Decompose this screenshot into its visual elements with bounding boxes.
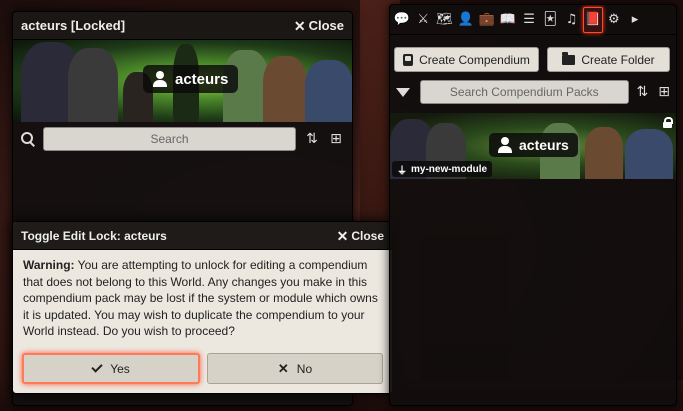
lock-icon bbox=[663, 117, 673, 128]
items-icon[interactable]: 💼 bbox=[477, 7, 497, 33]
collapse-icon[interactable]: ▸ bbox=[625, 7, 645, 33]
compendium-pack-acteurs[interactable]: acteurs ⏚ my-new-module bbox=[390, 113, 676, 179]
no-label: No bbox=[296, 361, 313, 376]
pack-banner-figure bbox=[585, 127, 623, 179]
sidebar-search-row: ⇅ ⊞ bbox=[390, 72, 676, 104]
chat-icon[interactable]: 💬 bbox=[392, 7, 412, 33]
plug-icon: ⏚ bbox=[397, 165, 407, 177]
banner-figure bbox=[68, 48, 118, 122]
create-compendium-button[interactable]: Create Compendium bbox=[394, 47, 539, 72]
dialog-close-button[interactable]: ✕ Close bbox=[337, 229, 384, 243]
dialog-title: Toggle Edit Lock: acteurs bbox=[21, 228, 167, 243]
close-icon: ✕ bbox=[336, 227, 349, 244]
compendium-close-label: Close bbox=[308, 18, 344, 33]
journal-icon[interactable]: 📖 bbox=[498, 7, 518, 33]
close-icon: ✕ bbox=[277, 360, 289, 376]
collapse-folders-icon[interactable]: ⊞ bbox=[328, 131, 344, 147]
compendium-window-header[interactable]: acteurs [Locked] ✕ Close bbox=[13, 12, 352, 40]
compendium-packs-search-input[interactable] bbox=[420, 80, 629, 104]
check-icon bbox=[91, 361, 103, 373]
dialog-buttons: Yes ✕ No bbox=[22, 353, 383, 384]
sidebar-tabs: 💬 ⚔ 🗺 👤 💼 📖 ☰ 🃏 ♫ 📕 ⚙ ▸ bbox=[390, 5, 676, 35]
compendium-window-title: acteurs [Locked] bbox=[21, 18, 126, 33]
warning-text: You are attempting to unlock for editing… bbox=[23, 258, 378, 338]
collapse-folders-icon[interactable]: ⊞ bbox=[656, 84, 672, 100]
compendium-banner: acteurs bbox=[13, 40, 352, 122]
playlists-icon[interactable]: ♫ bbox=[562, 7, 582, 33]
actor-icon bbox=[498, 137, 512, 153]
pack-module-name: my-new-module bbox=[411, 163, 488, 175]
pack-title: acteurs bbox=[519, 137, 569, 153]
sidebar-actions: Create Compendium Create Folder bbox=[390, 35, 676, 72]
settings-icon[interactable]: ⚙ bbox=[604, 7, 624, 33]
filter-icon[interactable] bbox=[396, 87, 410, 97]
close-icon: ✕ bbox=[293, 17, 306, 34]
compendium-search-row: ⇅ ⊞ bbox=[13, 122, 352, 156]
actors-icon[interactable]: 👤 bbox=[456, 7, 476, 33]
create-folder-label: Create Folder bbox=[581, 52, 655, 67]
pack-banner-figure bbox=[625, 129, 673, 179]
dialog-message: Warning: You are attempting to unlock fo… bbox=[13, 250, 392, 340]
compendium-icon[interactable]: 📕 bbox=[582, 6, 603, 33]
combat-icon[interactable]: ⚔ bbox=[413, 7, 433, 33]
create-compendium-label: Create Compendium bbox=[419, 52, 530, 67]
compendium-search-input[interactable] bbox=[43, 127, 296, 151]
sidebar: 💬 ⚔ 🗺 👤 💼 📖 ☰ 🃏 ♫ 📕 ⚙ ▸ Create Compendium Create Fo… bbox=[389, 4, 677, 406]
compendium-banner-title: acteurs bbox=[175, 70, 229, 88]
no-button[interactable]: ✕ No bbox=[207, 353, 383, 384]
scenes-icon[interactable]: 🗺 bbox=[434, 7, 454, 33]
sort-icon[interactable]: ⇅ bbox=[635, 84, 651, 100]
cards-icon[interactable]: 🃏 bbox=[540, 7, 560, 33]
compendium-close-button[interactable]: ✕ Close bbox=[294, 18, 344, 33]
folder-icon bbox=[562, 51, 576, 65]
yes-button[interactable]: Yes bbox=[22, 353, 200, 384]
banner-figure bbox=[305, 60, 352, 122]
pack-module-tag: ⏚ my-new-module bbox=[392, 161, 493, 177]
yes-label: Yes bbox=[110, 361, 130, 376]
pack-label: acteurs bbox=[489, 133, 578, 157]
dialog-header[interactable]: Toggle Edit Lock: acteurs ✕ Close bbox=[13, 222, 392, 250]
warning-label: Warning: bbox=[23, 258, 75, 272]
dialog-close-label: Close bbox=[351, 228, 384, 243]
banner-figure bbox=[263, 56, 307, 122]
compendium-icon bbox=[403, 53, 414, 66]
tables-icon[interactable]: ☰ bbox=[519, 7, 539, 33]
compendium-banner-label: acteurs bbox=[143, 65, 239, 93]
create-folder-button[interactable]: Create Folder bbox=[547, 47, 670, 72]
sort-icon[interactable]: ⇅ bbox=[304, 131, 320, 147]
search-icon bbox=[21, 132, 35, 146]
actor-icon bbox=[153, 71, 167, 87]
toggle-edit-lock-dialog: Toggle Edit Lock: acteurs ✕ Close Warnin… bbox=[12, 221, 393, 394]
